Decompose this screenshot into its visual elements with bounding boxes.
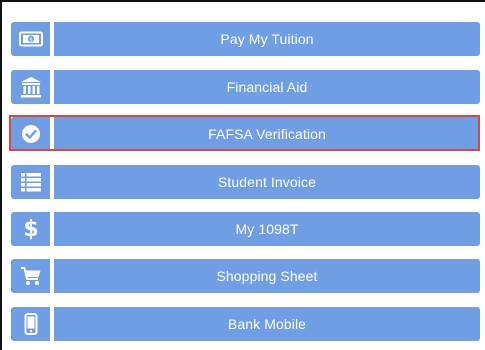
- menu-item-label: Bank Mobile: [54, 307, 480, 341]
- svg-text:$: $: [29, 37, 33, 44]
- svg-text:$: $: [23, 217, 38, 241]
- mobile-phone-icon: [11, 307, 50, 341]
- menu-item-bank-mobile[interactable]: Bank Mobile: [11, 307, 480, 341]
- menu-item-label: My 1098T: [54, 212, 480, 246]
- check-circle-icon: [11, 117, 50, 151]
- menu-item-label: Shopping Sheet: [54, 259, 480, 293]
- dollar-icon: $: [11, 212, 50, 246]
- menu-item-my-1098t[interactable]: $ My 1098T: [11, 212, 480, 246]
- menu-item-label: Student Invoice: [54, 165, 480, 199]
- student-account-menu: $ Pay My Tuition Financial Aid FAFSA Ver…: [9, 0, 481, 350]
- menu-item-shopping-sheet[interactable]: Shopping Sheet: [11, 259, 480, 293]
- menu-item-label: Financial Aid: [54, 70, 480, 104]
- menu-item-pay-my-tuition[interactable]: $ Pay My Tuition: [11, 22, 480, 56]
- menu-item-label: FAFSA Verification: [54, 117, 480, 151]
- menu-item-fafsa-verification[interactable]: FAFSA Verification: [9, 115, 480, 151]
- list-icon: [11, 165, 50, 199]
- menu-item-student-invoice[interactable]: Student Invoice: [11, 165, 480, 199]
- shopping-cart-icon: [11, 259, 50, 293]
- money-bill-icon: $: [11, 22, 50, 56]
- menu-item-financial-aid[interactable]: Financial Aid: [11, 70, 480, 104]
- bank-building-icon: [11, 70, 50, 104]
- menu-item-label: Pay My Tuition: [54, 22, 480, 56]
